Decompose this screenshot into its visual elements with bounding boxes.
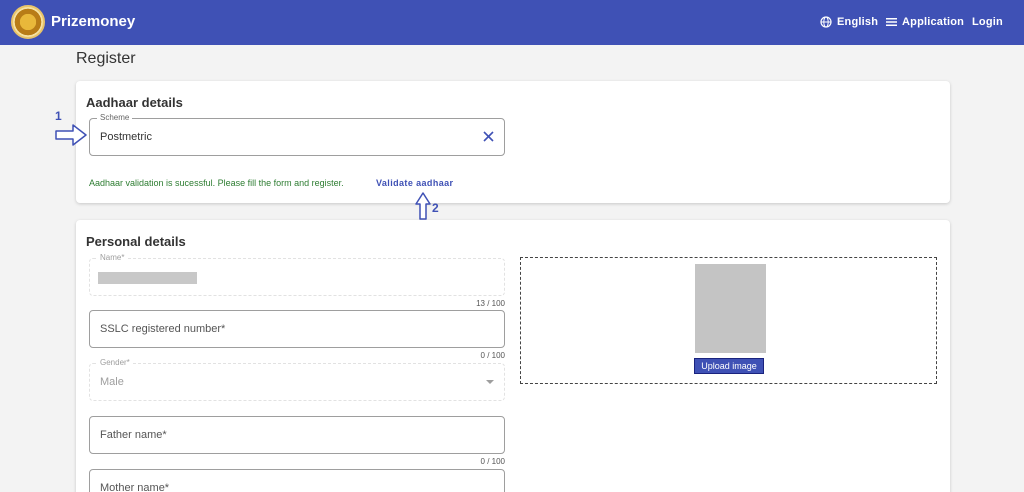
scheme-value: Postmetric xyxy=(100,131,152,143)
name-char-counter: 13 / 100 xyxy=(476,299,505,308)
father-name-field[interactable]: Father name* xyxy=(89,416,505,454)
menu-icon xyxy=(886,18,897,26)
sslc-number-field[interactable]: SSLC registered number* xyxy=(89,310,505,348)
language-menu[interactable]: English xyxy=(820,16,878,28)
brand-title[interactable]: Prizemoney xyxy=(51,13,135,30)
redacted-name xyxy=(98,272,197,284)
globe-icon xyxy=(820,16,832,28)
mother-name-field[interactable]: Mother name* xyxy=(89,469,505,492)
gender-select[interactable]: Gender* Male xyxy=(89,358,505,401)
close-icon[interactable] xyxy=(483,131,494,142)
gender-value: Male xyxy=(100,376,124,388)
mother-name-placeholder: Mother name* xyxy=(100,482,170,492)
upload-image-button[interactable]: Upload image xyxy=(694,358,764,374)
father-name-placeholder: Father name* xyxy=(100,429,167,441)
arrow-right-icon xyxy=(55,124,87,146)
login-label: Login xyxy=(972,16,1003,28)
application-label: Application xyxy=(902,16,965,28)
personal-details-card: Personal details Name* 13 / 100 SSLC reg… xyxy=(76,220,950,492)
scheme-label: Scheme xyxy=(97,113,133,123)
sslc-char-counter: 0 / 100 xyxy=(480,351,505,360)
personal-section-title: Personal details xyxy=(86,234,186,249)
aadhaar-section-title: Aadhaar details xyxy=(86,95,183,110)
arrow-up-icon xyxy=(415,192,431,220)
validation-success-message: Aadhaar validation is sucessful. Please … xyxy=(89,178,344,188)
photo-upload-area[interactable]: Upload image xyxy=(520,257,937,384)
language-label: English xyxy=(837,16,879,28)
annotation-number-1: 1 xyxy=(55,109,62,123)
validate-aadhaar-button[interactable]: Validate aadhaar xyxy=(376,178,453,188)
annotation-number-2: 2 xyxy=(432,201,439,215)
photo-placeholder xyxy=(695,264,766,353)
application-menu[interactable]: Application xyxy=(886,16,964,28)
father-name-char-counter: 0 / 100 xyxy=(480,457,505,466)
name-label: Name* xyxy=(97,253,128,263)
emblem-logo xyxy=(11,5,45,39)
login-link[interactable]: Login xyxy=(972,16,1003,28)
name-field[interactable]: Name* xyxy=(89,253,505,296)
sslc-placeholder: SSLC registered number* xyxy=(100,323,226,335)
app-header: Prizemoney English Application Login xyxy=(0,0,1024,45)
chevron-down-icon[interactable] xyxy=(486,380,494,384)
gender-label: Gender* xyxy=(97,358,133,368)
aadhaar-details-card: Aadhaar details Scheme Postmetric Aadhaa… xyxy=(76,81,950,203)
page-title: Register xyxy=(76,50,136,67)
scheme-select[interactable]: Scheme Postmetric xyxy=(89,113,505,156)
